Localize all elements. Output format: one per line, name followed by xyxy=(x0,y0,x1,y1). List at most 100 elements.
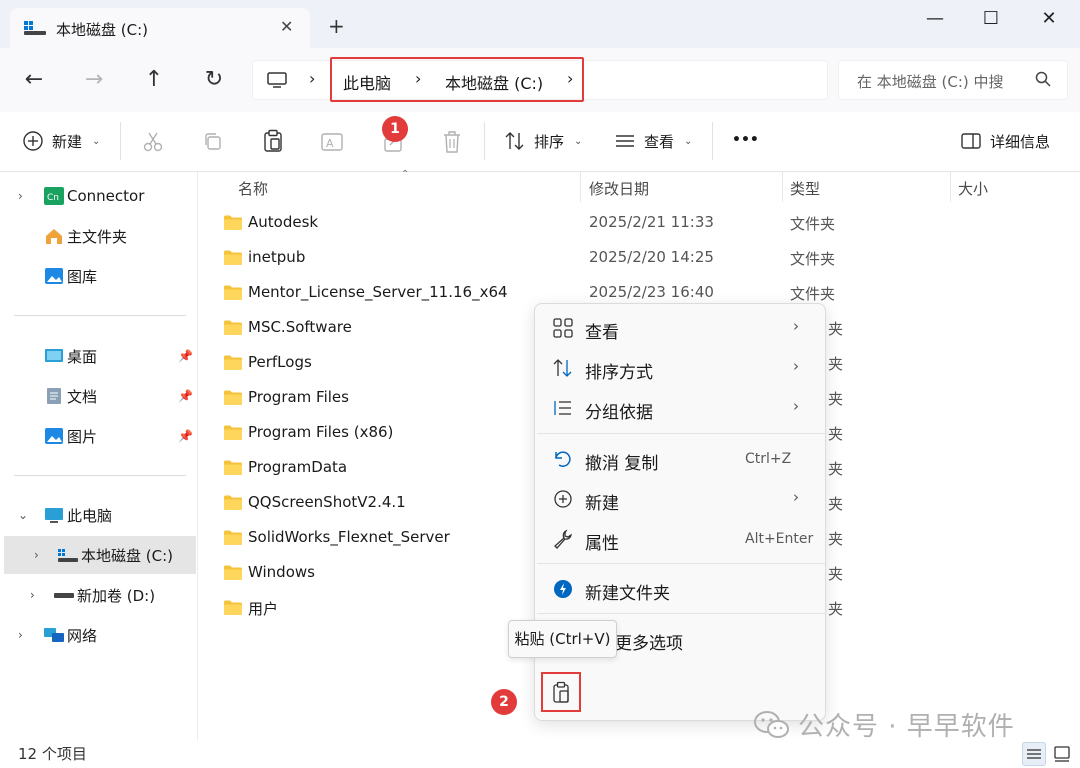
file-type: 夹 xyxy=(828,460,844,478)
sidebar-item-label: 网络 xyxy=(67,626,98,645)
chevron-right-icon: › xyxy=(793,357,799,375)
chevron-right-icon[interactable]: › xyxy=(34,548,39,562)
sidebar-item-desktop[interactable]: 桌面 📌 xyxy=(0,337,196,375)
desktop-icon xyxy=(45,349,63,362)
column-header-date[interactable]: 修改日期 xyxy=(589,178,649,199)
column-header-type[interactable]: 类型 xyxy=(790,178,820,199)
tab-title: 本地磁盘 (C:) xyxy=(56,21,148,39)
folder-icon xyxy=(224,215,242,230)
file-date: 2025/2/20 14:25 xyxy=(589,248,714,266)
sidebar-item-connector[interactable]: › Cn Connector xyxy=(0,177,196,215)
file-type: 夹 xyxy=(828,565,844,583)
search-icon xyxy=(1035,71,1051,87)
chevron-right-icon: › xyxy=(793,317,799,335)
column-divider[interactable] xyxy=(950,172,951,202)
pin-icon: 📌 xyxy=(178,349,193,363)
paste-icon[interactable] xyxy=(262,129,284,153)
sidebar-item-label: 桌面 xyxy=(67,347,98,366)
minimize-button[interactable]: — xyxy=(920,8,950,30)
chevron-right-icon[interactable]: › xyxy=(30,588,35,602)
step-badge-1: 1 xyxy=(382,116,408,142)
column-header-name[interactable]: 名称 xyxy=(238,178,268,199)
close-window-button[interactable]: ✕ xyxy=(1034,8,1064,30)
paste-button[interactable] xyxy=(541,672,581,712)
chevron-right-icon[interactable]: › xyxy=(18,628,23,642)
tab-local-disk[interactable]: 本地磁盘 (C:) ✕ xyxy=(10,8,310,48)
menu-item-properties[interactable]: 属性 Alt+Enter xyxy=(535,519,825,559)
up-button[interactable]: ↑ xyxy=(140,66,168,94)
plus-circle-icon xyxy=(23,131,43,151)
delete-icon[interactable] xyxy=(442,130,462,154)
refresh-button[interactable]: ↻ xyxy=(200,66,228,94)
file-name: Program Files xyxy=(248,388,349,406)
sidebar-item-documents[interactable]: 文档 📌 xyxy=(0,377,196,415)
menu-item-new-folder[interactable]: 新建文件夹 xyxy=(535,569,825,609)
sidebar-item-home[interactable]: 主文件夹 xyxy=(0,217,196,255)
menu-item-new[interactable]: 新建 › xyxy=(535,479,825,519)
file-type: 夹 xyxy=(828,390,844,408)
maximize-button[interactable]: ☐ xyxy=(976,8,1006,30)
item-count: 12 个项目 xyxy=(18,745,87,763)
new-button[interactable]: 新建 ⌄ xyxy=(22,130,100,152)
toolbar-divider xyxy=(120,122,121,160)
breadcrumb-separator-icon[interactable]: › xyxy=(309,69,315,88)
view-label: 查看 xyxy=(644,132,675,151)
menu-item-label: 分组依据 xyxy=(585,403,653,423)
sidebar-item-local-disk[interactable]: › 本地磁盘 (C:) xyxy=(4,536,196,574)
drive-icon xyxy=(54,593,74,598)
sidebar-item-network[interactable]: › 网络 xyxy=(0,616,196,654)
menu-item-label: 排序方式 xyxy=(585,363,653,383)
menu-item-view[interactable]: 查看 › xyxy=(535,308,825,348)
chevron-right-icon: › xyxy=(793,397,799,415)
column-header-size[interactable]: 大小 xyxy=(958,178,988,199)
copy-icon[interactable] xyxy=(202,131,224,153)
details-pane-button[interactable]: 详细信息 xyxy=(960,130,1050,152)
drive-icon xyxy=(24,21,46,35)
sidebar-item-label: 主文件夹 xyxy=(67,227,128,246)
wrench-icon xyxy=(554,529,572,549)
cut-icon[interactable] xyxy=(142,131,164,153)
title-bar: 本地磁盘 (C:) ✕ + — ☐ ✕ xyxy=(0,0,1080,48)
menu-item-group-by[interactable]: 分组依据 › xyxy=(535,388,825,428)
folder-icon xyxy=(224,390,242,405)
sidebar-item-pictures[interactable]: 图片 📌 xyxy=(0,417,196,455)
back-button[interactable]: ← xyxy=(20,66,48,94)
forward-button[interactable]: → xyxy=(80,66,108,94)
status-bar: 12 个项目 xyxy=(0,740,1080,768)
details-view-icon[interactable] xyxy=(1022,742,1046,766)
chevron-down-icon[interactable]: ⌄ xyxy=(18,508,28,522)
sort-ascending-icon: ⌃ xyxy=(401,169,410,180)
chevron-right-icon[interactable]: › xyxy=(18,189,23,203)
thumbnail-view-icon[interactable] xyxy=(1050,742,1074,766)
paste-icon xyxy=(553,681,569,703)
tab-close-icon[interactable]: ✕ xyxy=(280,17,293,36)
rename-icon[interactable]: A xyxy=(320,131,344,153)
file-name: MSC.Software xyxy=(248,318,352,336)
search-box[interactable]: 在 本地磁盘 (C:) 中搜 xyxy=(838,60,1068,100)
column-divider[interactable] xyxy=(782,172,783,202)
details-pane-icon xyxy=(961,133,981,149)
view-button[interactable]: 查看 ⌄ xyxy=(614,130,692,152)
new-tab-button[interactable]: + xyxy=(328,16,345,36)
table-row[interactable]: inetpub 2025/2/20 14:25 文件夹 xyxy=(218,241,1078,275)
file-type: 文件夹 xyxy=(790,250,836,268)
file-type: 文件夹 xyxy=(790,285,836,303)
pin-icon: 📌 xyxy=(178,429,193,443)
folder-icon xyxy=(224,250,242,265)
chevron-down-icon: ⌄ xyxy=(684,135,693,147)
sort-button[interactable]: 排序 ⌄ xyxy=(504,130,582,152)
column-divider[interactable] xyxy=(580,172,581,202)
sidebar-item-this-pc[interactable]: ⌄ 此电脑 xyxy=(0,496,196,534)
menu-item-sort-by[interactable]: 排序方式 › xyxy=(535,348,825,388)
menu-divider xyxy=(537,433,825,434)
menu-item-label: 属性 xyxy=(585,534,619,554)
drive-icon xyxy=(58,549,78,562)
sidebar-item-new-volume[interactable]: › 新加卷 (D:) xyxy=(0,576,196,614)
sidebar-item-gallery[interactable]: 图库 xyxy=(0,257,196,295)
more-options-button[interactable]: ••• xyxy=(732,132,759,148)
wechat-icon xyxy=(754,710,789,738)
toolbar-divider xyxy=(712,122,713,160)
menu-item-undo-copy[interactable]: 撤消 复制 Ctrl+Z xyxy=(535,439,825,479)
gallery-icon xyxy=(45,268,63,284)
table-row[interactable]: Autodesk 2025/2/21 11:33 文件夹 xyxy=(218,206,1078,240)
